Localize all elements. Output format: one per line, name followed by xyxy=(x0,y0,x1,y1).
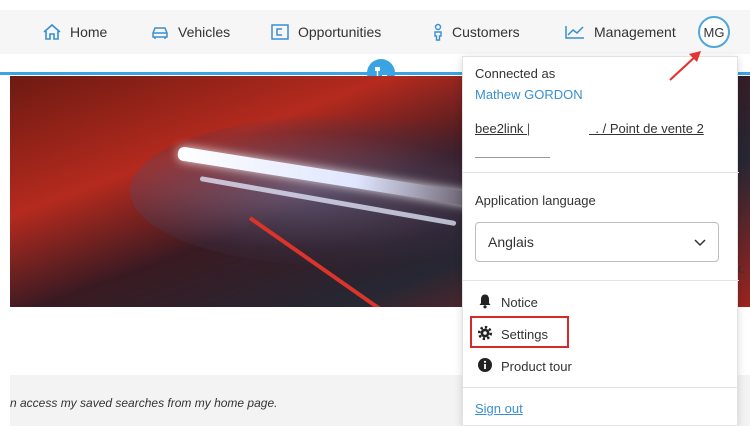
annotation-arrow xyxy=(669,51,701,81)
